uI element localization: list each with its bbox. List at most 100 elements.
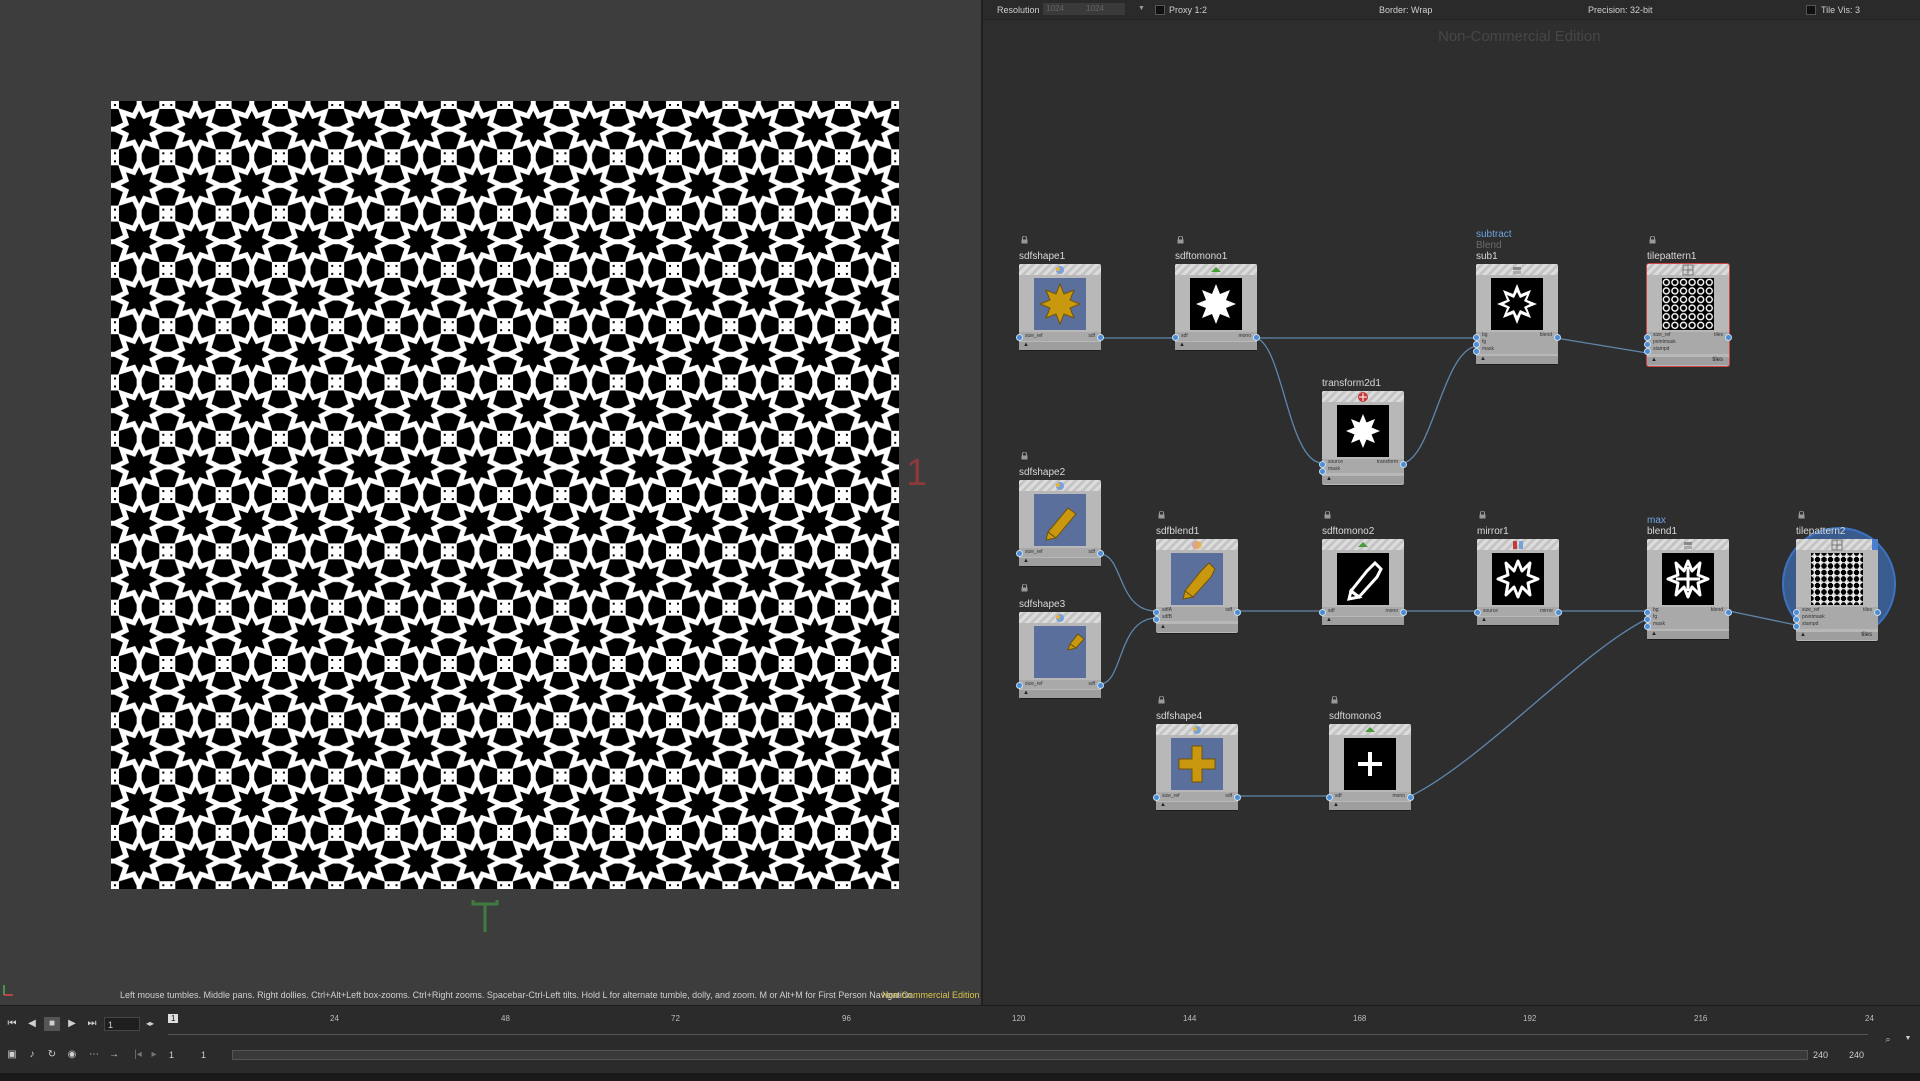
node-name[interactable]: transform2d1	[1322, 378, 1381, 389]
node-sub1[interactable]: subtract Blend sub1 bg fg mask blend ▲	[1473, 229, 1561, 364]
node-sdfshape1[interactable]: sdfshape1 size_ref sdf ▲	[1016, 236, 1104, 350]
node-name[interactable]: sdfshape2	[1019, 467, 1065, 478]
node-body[interactable]: bg fg mask blend ▲	[1473, 264, 1561, 364]
node-body[interactable]: sdf mono ▲	[1172, 264, 1260, 350]
resolution-dropdown-icon[interactable]: ▼	[1138, 5, 1145, 12]
node-tilepattern1[interactable]: tilepattern1 size_ref pointmask stampd t…	[1644, 236, 1732, 366]
output-port[interactable]	[1725, 334, 1732, 341]
step-back-button[interactable]: ◀	[24, 1017, 40, 1031]
lock-icon[interactable]	[1158, 696, 1165, 704]
network-editor[interactable]: Resolution 1024 1024 ▼ Proxy 1:2 Border:…	[983, 0, 1920, 1005]
output-port[interactable]	[1253, 334, 1260, 341]
node-body[interactable]: bg fg mask blend ▲	[1644, 539, 1732, 639]
display-flag[interactable]	[1872, 539, 1878, 550]
input-port-sdfB[interactable]	[1153, 616, 1160, 623]
node-transform2d1[interactable]: transform2d1 source mask transform ▲	[1319, 378, 1407, 485]
input-port[interactable]	[1016, 334, 1023, 341]
node-body[interactable]: size_ref sdf ▲	[1016, 612, 1104, 698]
node-body[interactable]: size_ref pointmask stampd tiles ▲ tiles	[1644, 264, 1732, 366]
input-port-fg[interactable]	[1644, 616, 1651, 623]
input-port[interactable]	[1326, 794, 1333, 801]
node-name[interactable]: blend1	[1647, 526, 1677, 537]
output-port[interactable]	[1407, 794, 1414, 801]
input-port-pointmask[interactable]	[1793, 616, 1800, 623]
realtime-toggle-icon[interactable]: ▣	[4, 1048, 20, 1062]
node-body[interactable]: source mirror ▲	[1474, 539, 1562, 625]
input-port-sdfA[interactable]	[1153, 609, 1160, 616]
node-sdfshape3[interactable]: sdfshape3 size_ref sdf ▲	[1016, 584, 1104, 698]
output-port[interactable]	[1097, 682, 1104, 689]
node-tilepattern2[interactable]: tilepattern2 size_ref pointmask stampd t…	[1782, 511, 1896, 641]
play-button[interactable]: ▶	[64, 1017, 80, 1031]
keys-filter-icon[interactable]: ⋯	[86, 1048, 102, 1062]
timeline-ruler[interactable]: 1 24 48 72 96 120 144 168 192 216 24	[168, 1014, 1874, 1036]
keys-dropdown-icon[interactable]: ▼	[1900, 1032, 1916, 1046]
node-sdftomono3[interactable]: sdftomono3 sdf mono ▲	[1326, 696, 1414, 810]
lock-icon[interactable]	[1479, 511, 1486, 519]
lock-icon[interactable]	[1177, 236, 1184, 244]
input-port-size-ref[interactable]	[1793, 609, 1800, 616]
range-slider[interactable]	[232, 1050, 1808, 1060]
input-port-mask[interactable]	[1644, 623, 1651, 630]
input-port[interactable]	[1016, 550, 1023, 557]
output-port[interactable]	[1097, 550, 1104, 557]
node-name[interactable]: sdftomono2	[1322, 526, 1374, 537]
input-port[interactable]	[1319, 609, 1326, 616]
lock-icon[interactable]	[1649, 236, 1656, 244]
input-port-stampd[interactable]	[1644, 348, 1651, 355]
jump-end-button[interactable]: ⏭	[84, 1017, 100, 1031]
node-body[interactable]: sdf mono ▲	[1319, 539, 1407, 625]
input-port[interactable]	[1474, 609, 1481, 616]
lock-icon[interactable]	[1331, 696, 1338, 704]
node-name[interactable]: sdftomono3	[1329, 711, 1381, 722]
keys-search-icon[interactable]: ⌕	[1880, 1032, 1896, 1046]
output-port[interactable]	[1234, 609, 1241, 616]
node-name[interactable]: sdfshape4	[1156, 711, 1202, 722]
lock-icon[interactable]	[1021, 236, 1028, 244]
node-sdfshape4[interactable]: sdfshape4 size_ref sdf ▲	[1153, 696, 1241, 810]
node-name[interactable]: tilepattern1	[1647, 251, 1696, 262]
frame-step-icon[interactable]: ◂▸	[142, 1017, 158, 1031]
input-port-stampd[interactable]	[1793, 623, 1800, 630]
record-icon[interactable]: ◉	[64, 1048, 80, 1062]
lock-icon[interactable]	[1798, 511, 1805, 519]
stop-button[interactable]: ■	[44, 1017, 60, 1031]
output-port[interactable]	[1400, 461, 1407, 468]
resolution-y-field[interactable]: 1024	[1083, 3, 1125, 15]
input-port-pointmask[interactable]	[1644, 341, 1651, 348]
proxy-checkbox[interactable]	[1155, 5, 1165, 15]
input-port-mask[interactable]	[1319, 468, 1326, 475]
range-icon[interactable]: →	[106, 1048, 122, 1062]
tilevis-checkbox[interactable]	[1806, 5, 1816, 15]
range-fwd-icon[interactable]: ▸	[146, 1048, 162, 1062]
node-mirror1[interactable]: mirror1 source mirror ▲	[1474, 511, 1562, 625]
node-blend1[interactable]: max blend1 bg fg mask blend ▲	[1644, 515, 1732, 639]
audio-icon[interactable]: ♪	[24, 1048, 40, 1062]
node-body[interactable]: size_ref sdf ▲	[1153, 724, 1241, 810]
input-port[interactable]	[1016, 682, 1023, 689]
output-port[interactable]	[1725, 609, 1732, 616]
node-body[interactable]: size_ref sdf ▲	[1016, 480, 1104, 566]
input-port-size-ref[interactable]	[1644, 334, 1651, 341]
node-body[interactable]: source mask transform ▲	[1319, 391, 1407, 485]
output-port[interactable]	[1097, 334, 1104, 341]
loop-icon[interactable]: ↻	[44, 1048, 60, 1062]
lock-icon[interactable]	[1324, 511, 1331, 519]
node-name[interactable]: sub1	[1476, 251, 1498, 262]
node-body[interactable]: sdf mono ▲	[1326, 724, 1414, 810]
range-end-visible-field[interactable]: 240	[1810, 1048, 1844, 1062]
range-back-icon[interactable]: |◂	[130, 1048, 146, 1062]
node-name[interactable]: tilepattern2	[1796, 526, 1845, 537]
jump-start-button[interactable]: ⏮	[4, 1017, 20, 1031]
frame-marker[interactable]: 1	[168, 1014, 179, 1023]
range-end-field[interactable]: 240	[1846, 1048, 1880, 1062]
output-port[interactable]	[1400, 609, 1407, 616]
origin-handle-icon[interactable]	[470, 898, 500, 934]
range-start-field[interactable]: 1	[166, 1048, 198, 1062]
node-body[interactable]: size_ref pointmask stampd tiles ▲ tiles	[1793, 539, 1881, 641]
output-port[interactable]	[1234, 794, 1241, 801]
node-body[interactable]: size_ref sdf ▲	[1016, 264, 1104, 350]
node-name[interactable]: sdfshape1	[1019, 251, 1065, 262]
node-name[interactable]: sdfblend1	[1156, 526, 1199, 537]
lock-icon[interactable]	[1021, 452, 1028, 460]
